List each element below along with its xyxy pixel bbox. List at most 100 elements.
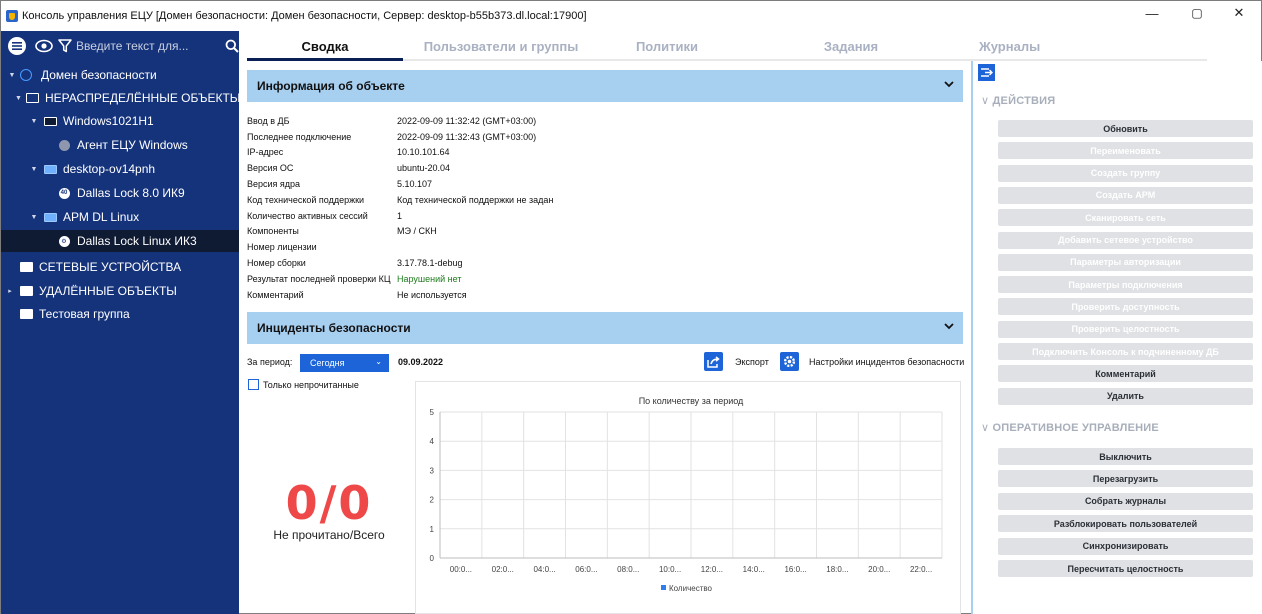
tab-summary[interactable]: Сводка	[247, 39, 403, 54]
x-tick-label: 10:0...	[659, 565, 681, 574]
section-title-text: ДЕЙСТВИЯ	[992, 95, 1056, 107]
action-button[interactable]: Параметры подключения	[998, 276, 1253, 294]
info-value: ubuntu-20.04	[397, 163, 451, 174]
action-button[interactable]: Разблокировать пользователей	[998, 515, 1253, 533]
info-key: Комментарий	[247, 289, 304, 300]
action-button[interactable]: Добавить сетевое устройство	[998, 231, 1253, 249]
only-unread-label: Только непрочитанные	[263, 379, 359, 390]
collapse-panel-button[interactable]	[978, 64, 995, 81]
tree-item-deleted-objects[interactable]: ▸ УДАЛЁННЫЕ ОБЪЕКТЫ	[1, 280, 239, 302]
globe-icon	[19, 69, 33, 81]
chevron-down-icon[interactable]	[943, 78, 955, 93]
folder-icon	[19, 308, 33, 320]
tree-item-label: Домен безопасности	[41, 68, 157, 82]
eye-icon[interactable]	[35, 36, 53, 56]
folder-icon	[19, 261, 33, 273]
info-key: Последнее подключение	[247, 131, 352, 142]
tree-item-domain[interactable]: ▼ Домен безопасности	[1, 64, 239, 86]
expand-caret-icon[interactable]: ▼	[7, 72, 17, 79]
period-select[interactable]: Сегодня ⌄	[300, 354, 389, 372]
info-value: Нарушений нет	[397, 273, 462, 284]
expand-caret-icon[interactable]: ▸	[5, 287, 15, 295]
filter-icon[interactable]	[57, 36, 72, 56]
info-key: Код технической поддержки	[247, 194, 365, 205]
action-button[interactable]: Синхронизировать	[998, 537, 1253, 555]
chevron-down-icon[interactable]	[943, 320, 955, 335]
info-key: Версия ядра	[247, 179, 301, 190]
action-button[interactable]: Создать группу	[998, 164, 1253, 182]
tree-item-label: desktop-ov14pnh	[63, 162, 156, 176]
x-tick-label: 20:0...	[868, 565, 890, 574]
tree-item-dallas-lock-linux[interactable]: ⚙ Dallas Lock Linux ИК3	[1, 230, 239, 252]
info-row: Комментарий Не используется	[247, 287, 963, 303]
collapse-arrow-icon	[981, 68, 993, 77]
tree-item-windows1021h1[interactable]: ▼ Windows1021H1	[1, 110, 239, 132]
tab-bar: Сводка Пользователи и группы Политики За…	[247, 31, 1262, 61]
action-button[interactable]: Выключить	[998, 448, 1253, 465]
maximize-button[interactable]: ▢	[1177, 1, 1217, 25]
checkbox-box[interactable]	[248, 379, 259, 390]
action-button[interactable]: Перезагрузить	[998, 470, 1253, 488]
action-button[interactable]: Собрать журналы	[998, 492, 1253, 510]
action-button[interactable]: Создать АРМ	[998, 186, 1253, 204]
tab-logs[interactable]: Журналы	[967, 39, 1107, 54]
tree-item-test-group[interactable]: Тестовая группа	[1, 303, 239, 325]
tab-users-groups[interactable]: Пользователи и группы	[403, 39, 599, 54]
action-button[interactable]: Сканировать сеть	[998, 209, 1253, 227]
search-icon[interactable]	[224, 36, 239, 56]
tab-policies[interactable]: Политики	[599, 39, 735, 54]
action-button[interactable]: Удалить	[998, 387, 1253, 405]
tree-item-dallas-lock-8[interactable]: 40 Dallas Lock 8.0 ИК9	[1, 182, 239, 204]
app-shield-icon	[6, 10, 18, 22]
search-input[interactable]	[76, 35, 224, 57]
chevron-down-icon: ∨	[981, 95, 993, 107]
tree-item-desktop-ov14pnh[interactable]: ▼ desktop-ov14pnh	[1, 158, 239, 180]
info-key: Количество активных сессий	[247, 210, 368, 221]
export-button[interactable]	[704, 352, 723, 371]
x-tick-label: 02:0...	[492, 565, 514, 574]
ops-section-title[interactable]: ∨ ОПЕРАТИВНОЕ УПРАВЛЕНИЕ	[981, 421, 1159, 434]
actions-section-title[interactable]: ∨ ДЕЙСТВИЯ	[981, 94, 1055, 107]
x-tick-label: 08:0...	[617, 565, 639, 574]
info-row: Версия ядра 5.10.107	[247, 176, 963, 192]
minimize-button[interactable]: —	[1132, 1, 1172, 25]
tree-item-arm-dl-linux[interactable]: ▼ АРМ DL Linux	[1, 206, 239, 228]
tree-item-agent-windows[interactable]: Агент ЕЦУ Windows	[1, 134, 239, 156]
info-key: Компоненты	[247, 226, 299, 237]
tree-item-network-devices[interactable]: СЕТЕВЫЕ УСТРОЙСТВА	[1, 256, 239, 278]
action-button[interactable]: Обновить	[998, 120, 1253, 137]
expand-caret-icon[interactable]: ▼	[29, 166, 39, 173]
expand-caret-icon[interactable]: ▼	[29, 118, 39, 125]
object-info-header[interactable]: Информация об объекте	[247, 70, 963, 102]
app-window: Консоль управления ЕЦУ [Домен безопаснос…	[0, 0, 1262, 614]
export-label[interactable]: Экспорт	[735, 357, 769, 367]
expand-caret-icon[interactable]: ▼	[15, 95, 22, 102]
action-button[interactable]: Параметры авторизации	[998, 253, 1253, 271]
x-tick-label: 06:0...	[575, 565, 597, 574]
action-button[interactable]: Комментарий	[998, 365, 1253, 383]
action-button[interactable]: Пересчитать целостность	[998, 560, 1253, 577]
only-unread-checkbox[interactable]: Только непрочитанные	[248, 379, 359, 390]
action-button[interactable]: Подключить Консоль к подчиненному ДБ	[998, 343, 1253, 360]
sidebar-toolbar	[1, 31, 239, 61]
incident-settings-label[interactable]: Настройки инцидентов безопасности	[809, 357, 964, 367]
menu-icon[interactable]	[7, 36, 27, 56]
sidebar-tree: ▼ Домен безопасности ▼ НЕРАСПРЕДЕЛЁННЫЕ …	[1, 61, 240, 614]
action-button[interactable]: Проверить доступность	[998, 298, 1253, 316]
action-button[interactable]: Переименовать	[998, 142, 1253, 160]
info-value: 5.10.107	[397, 179, 433, 190]
info-row: Код технической поддержки Код технической…	[247, 192, 963, 208]
incidents-header[interactable]: Инциденты безопасности	[247, 312, 963, 344]
info-row: IP-адрес 10.10.101.64	[247, 145, 963, 161]
close-button[interactable]: ✕	[1219, 1, 1259, 25]
x-tick-label: 16:0...	[784, 565, 806, 574]
info-row: Количество активных сессий 1	[247, 208, 963, 224]
folder-icon	[19, 285, 33, 297]
expand-caret-icon[interactable]: ▼	[29, 214, 39, 221]
action-button[interactable]: Проверить целостность	[998, 320, 1253, 338]
tab-tasks[interactable]: Задания	[735, 39, 967, 54]
info-row: Последнее подключение 2022-09-09 11:32:43…	[247, 129, 963, 145]
x-tick-label: 18:0...	[826, 565, 848, 574]
tree-item-unassigned[interactable]: ▼ НЕРАСПРЕДЕЛЁННЫЕ ОБЪЕКТЫ	[1, 87, 240, 109]
incident-settings-button[interactable]	[780, 352, 799, 371]
